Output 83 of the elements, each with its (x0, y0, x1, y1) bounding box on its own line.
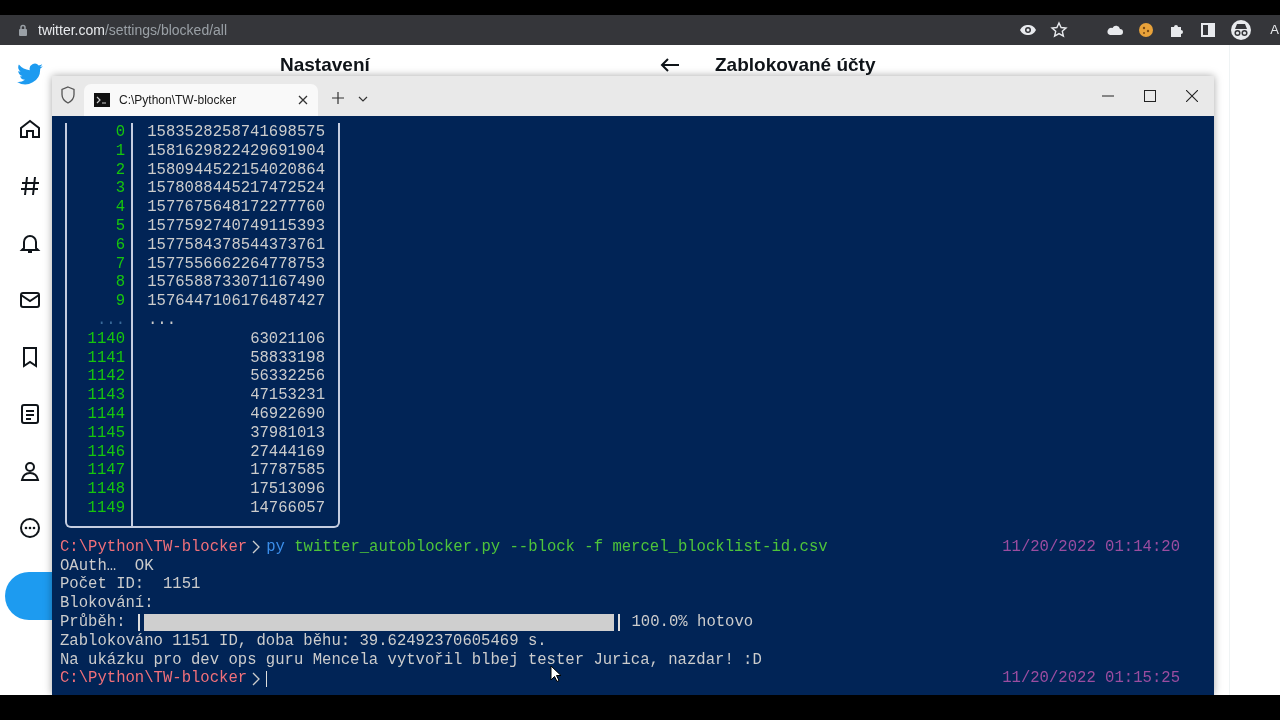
user-id: 1576588733071167490 (147, 273, 325, 292)
row-index: 1147 (86, 461, 126, 481)
user-id: 1577556662264778753 (147, 254, 325, 273)
user-id: 46922690 (250, 404, 325, 423)
row-index: 2 (114, 160, 126, 180)
user-id: 1583528258741698575 (147, 123, 325, 141)
star-icon[interactable] (1050, 21, 1068, 39)
prompt-chevron-icon (252, 671, 261, 686)
home-icon[interactable] (18, 117, 42, 141)
row-index: ... (95, 310, 126, 330)
row-index: 1149 (86, 498, 126, 518)
user-id: 47153231 (250, 386, 325, 405)
row-index: 7 (114, 254, 126, 274)
settings-heading: Nastavení (280, 54, 370, 75)
row-index: 4 (114, 198, 126, 217)
user-id: 1577584378544373761 (147, 235, 325, 254)
row-index: 1146 (86, 442, 126, 462)
prompt-path: C:\Python\TW-blocker (60, 669, 248, 689)
person-icon[interactable] (18, 459, 42, 483)
user-id: 63021106 (250, 329, 325, 348)
user-id: 37981013 (250, 423, 325, 442)
cookie-icon[interactable] (1137, 21, 1155, 39)
row-index: 0 (114, 123, 126, 142)
row-index: 1143 (86, 386, 126, 405)
prompt-path: C:\Python\TW-blocker (60, 537, 248, 557)
prompt-chevron-icon (252, 540, 261, 555)
user-id: 27444169 (250, 442, 325, 461)
close-icon[interactable] (298, 95, 308, 105)
more-icon[interactable] (18, 516, 42, 540)
sidebar-icon[interactable] (1199, 21, 1217, 39)
timestamp: 11/20/2022 01:14:20 (1002, 537, 1180, 557)
maximize-icon[interactable] (1144, 90, 1156, 102)
user-id: ... (148, 310, 177, 329)
row-index: 5 (114, 217, 126, 236)
page-heading: Zablokované účty (715, 54, 876, 75)
lock-icon[interactable] (18, 24, 28, 36)
output-line: Zablokováno 1151 ID, doba běhu: 39.62492370605469 s. (60, 631, 547, 651)
row-index: 1145 (86, 423, 126, 443)
output-line: Na ukázku pro dev ops guru Mencela vytvořil blbej tester Jurica, nazdar! :D (60, 650, 762, 670)
user-id: 17513096 (250, 480, 325, 499)
terminal-tab[interactable]: C:\Python\TW-blocker (84, 84, 318, 116)
user-id: 56332256 (250, 367, 325, 386)
bird-logo-icon[interactable] (16, 63, 44, 87)
text-cursor (266, 670, 268, 687)
user-id: 1577592740749115393 (147, 217, 325, 235)
user-id: 58833198 (250, 348, 325, 367)
row-index: 8 (114, 273, 126, 293)
row-index: 1148 (86, 480, 126, 499)
row-index: 1142 (86, 367, 126, 387)
output-line: Počet ID: 1151 (60, 575, 201, 595)
user-id: 1576447106176487427 (147, 292, 325, 311)
user-id: 17787585 (250, 461, 325, 480)
output-line: OAuth… OK (60, 556, 154, 576)
user-id: 1577675648172277760 (147, 198, 325, 217)
row-index: 6 (114, 235, 126, 255)
user-id: 1581629822429691904 (147, 141, 325, 160)
timestamp: 11/20/2022 01:15:25 (1002, 669, 1180, 689)
row-index: 1141 (86, 348, 126, 368)
row-index: 1140 (86, 329, 126, 349)
dropdown-caret-icon[interactable] (358, 94, 368, 104)
row-index: 1144 (86, 404, 126, 424)
row-index: 1 (114, 141, 126, 161)
incognito-avatar-icon[interactable] (1230, 19, 1252, 41)
user-id: 14766057 (250, 498, 325, 517)
progress-reading: 100.0% hotovo (631, 612, 754, 632)
row-index: 9 (114, 292, 126, 311)
list-icon[interactable] (18, 402, 42, 426)
close-icon[interactable] (1186, 90, 1198, 102)
profile-label[interactable]: A (1270, 22, 1279, 37)
row-index: 3 (114, 179, 126, 199)
address-bar-url[interactable]: twitter.com/settings/blocked/all (38, 22, 228, 38)
hashtag-icon[interactable] (18, 174, 42, 198)
user-id: 1580944522154020864 (147, 160, 325, 179)
command-text: py twitter_autoblocker.py --block -f mercel_blocklist-id.csv (266, 537, 828, 557)
compose-button[interactable] (5, 572, 52, 620)
user-id: 1578088445217472524 (147, 179, 325, 198)
new-tab-icon[interactable] (332, 92, 344, 104)
mouse-pointer-icon (550, 665, 561, 682)
progress-label: Průběh: (60, 612, 126, 632)
terminal-icon (94, 93, 110, 107)
back-arrow-icon[interactable] (660, 57, 680, 73)
shield-icon[interactable] (60, 86, 76, 104)
output-line: Blokování: (60, 594, 154, 613)
